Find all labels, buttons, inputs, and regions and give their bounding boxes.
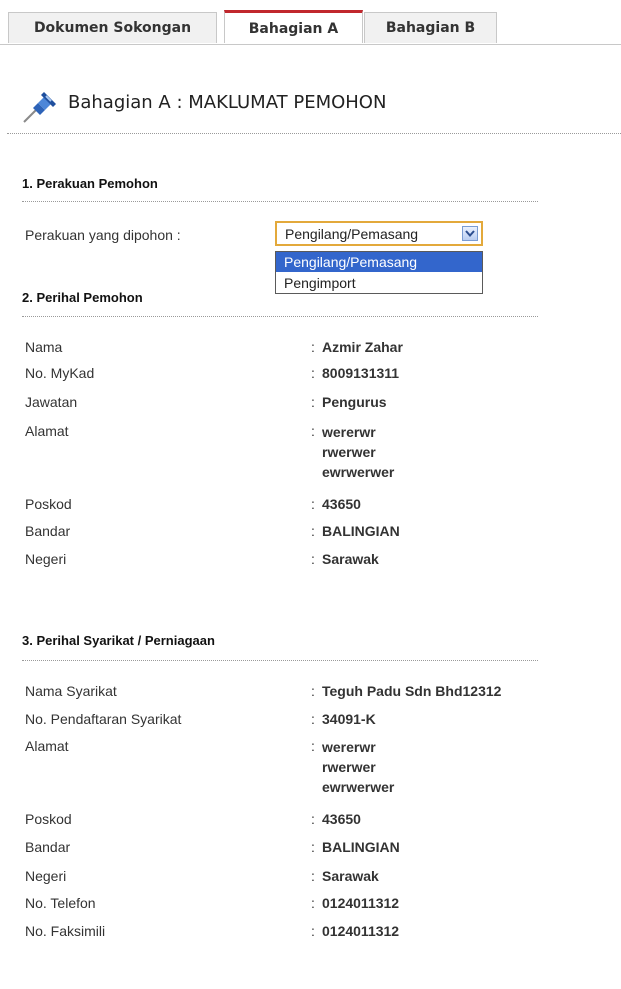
field-value: 43650 xyxy=(322,496,361,512)
colon: : xyxy=(311,711,315,727)
address-line: rwerwer xyxy=(322,444,376,460)
section-title-perihal-pemohon: 2. Perihal Pemohon xyxy=(22,290,143,305)
tab-bahagian-b[interactable]: Bahagian B xyxy=(364,12,497,43)
field-label: Bandar xyxy=(25,839,71,855)
colon: : xyxy=(311,339,315,355)
colon: : xyxy=(311,923,315,939)
perakuan-label: Perakuan yang dipohon : xyxy=(25,227,181,243)
chevron-down-icon[interactable] xyxy=(462,226,478,241)
colon: : xyxy=(311,868,315,884)
colon: : xyxy=(311,895,315,911)
colon: : xyxy=(311,839,315,855)
dropdown-option-pengimport[interactable]: Pengimport xyxy=(276,273,482,293)
field-value: 34091-K xyxy=(322,711,376,727)
divider xyxy=(7,133,621,134)
address-line: wererwr xyxy=(322,739,376,755)
colon: : xyxy=(311,811,315,827)
field-value: Azmir Zahar xyxy=(322,339,403,355)
field-value: BALINGIAN xyxy=(322,523,400,539)
field-value: 43650 xyxy=(322,811,361,827)
address-line: ewrwerwer xyxy=(322,464,395,480)
pushpin-icon xyxy=(20,86,60,126)
field-label: Negeri xyxy=(25,868,67,884)
field-value: 8009131311 xyxy=(322,365,400,381)
section-title-perihal-syarikat: 3. Perihal Syarikat / Perniagaan xyxy=(22,633,215,648)
perakuan-select[interactable]: Pengilang/Pemasang xyxy=(275,221,483,246)
field-label: Alamat xyxy=(25,423,69,439)
section-title-perakuan: 1. Perakuan Pemohon xyxy=(22,176,158,191)
field-label: Jawatan xyxy=(25,394,78,410)
colon: : xyxy=(311,551,315,567)
field-label: Nama Syarikat xyxy=(25,683,117,699)
address-value: wererwr rwerwer ewrwerwer xyxy=(322,737,394,797)
divider xyxy=(22,660,538,661)
colon: : xyxy=(311,523,315,539)
field-value: BALINGIAN xyxy=(322,839,400,855)
address-line: wererwr xyxy=(322,424,376,440)
field-label: No. Telefon xyxy=(25,895,96,911)
field-label: Poskod xyxy=(25,496,72,512)
colon: : xyxy=(311,683,315,699)
colon: : xyxy=(311,738,315,754)
colon: : xyxy=(311,496,315,512)
field-label: No. Faksimili xyxy=(25,923,106,939)
divider xyxy=(22,201,538,202)
field-value: Teguh Padu Sdn Bhd12312 xyxy=(322,683,502,699)
field-value: Sarawak xyxy=(322,868,379,884)
address-line: ewrwerwer xyxy=(322,779,395,795)
tab-dokumen-sokongan[interactable]: Dokumen Sokongan xyxy=(8,12,217,43)
address-value: wererwr rwerwer ewrwerwer xyxy=(322,422,394,482)
colon: : xyxy=(311,394,315,410)
tab-bar: Dokumen Sokongan Bahagian A Bahagian B xyxy=(0,0,621,45)
field-value: Sarawak xyxy=(322,551,379,567)
field-label: No. MyKad xyxy=(25,365,95,381)
page-title: Bahagian A : MAKLUMAT PEMOHON xyxy=(68,92,387,113)
field-label: Nama xyxy=(25,339,63,355)
field-label: Poskod xyxy=(25,811,72,827)
field-label: Bandar xyxy=(25,523,71,539)
tab-bahagian-a[interactable]: Bahagian A xyxy=(224,10,363,43)
colon: : xyxy=(311,423,315,439)
field-label: No. Pendaftaran Syarikat xyxy=(25,711,182,727)
perakuan-dropdown-list: Pengilang/Pemasang Pengimport xyxy=(275,251,483,294)
field-label: Negeri xyxy=(25,551,67,567)
field-value: 0124011312 xyxy=(322,923,400,939)
field-label: Alamat xyxy=(25,738,69,754)
perakuan-selected-value: Pengilang/Pemasang xyxy=(285,226,419,242)
field-value: Pengurus xyxy=(322,394,387,410)
field-value: 0124011312 xyxy=(322,895,400,911)
address-line: rwerwer xyxy=(322,759,376,775)
colon: : xyxy=(311,365,315,381)
divider xyxy=(22,316,538,317)
dropdown-option-pengilang[interactable]: Pengilang/Pemasang xyxy=(276,252,482,272)
